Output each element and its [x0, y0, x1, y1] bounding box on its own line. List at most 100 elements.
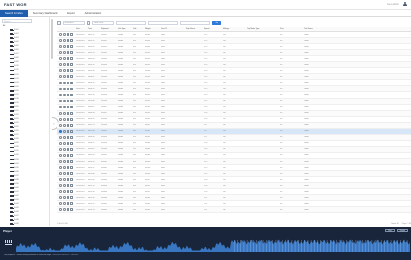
filter-field[interactable] [116, 21, 147, 25]
view-icon[interactable] [62, 172, 66, 175]
column-header[interactable]: Shipment [100, 27, 117, 31]
view-icon[interactable] [62, 154, 66, 157]
play-icon[interactable] [59, 87, 62, 91]
record-icon[interactable] [66, 184, 70, 188]
view-icon[interactable] [62, 39, 66, 42]
record-icon[interactable] [66, 196, 70, 200]
play-icon[interactable] [59, 148, 62, 151]
flag-icon[interactable] [70, 45, 74, 49]
column-header[interactable] [325, 27, 345, 31]
column-header[interactable]: Ship Status [185, 27, 203, 31]
date-from-field[interactable]: 2019-01-01 [62, 21, 85, 25]
play-icon[interactable] [59, 172, 62, 175]
view-icon[interactable] [62, 63, 66, 67]
flag-icon[interactable] [70, 202, 74, 206]
flag-icon[interactable] [70, 166, 74, 169]
play-controls-icon[interactable] [5, 240, 13, 246]
record-icon[interactable] [66, 148, 70, 151]
calendar-icon[interactable] [57, 21, 61, 25]
play-icon[interactable] [59, 184, 62, 188]
flag-icon[interactable] [70, 69, 74, 73]
play-icon[interactable] [59, 160, 62, 163]
flag-icon[interactable] [70, 81, 74, 85]
flag-icon[interactable] [70, 178, 74, 182]
rows-per-page[interactable]: Rows: 30 [391, 223, 399, 225]
flag-icon[interactable] [70, 160, 74, 163]
column-header[interactable]: Pres [279, 27, 303, 31]
column-header[interactable] [345, 27, 365, 31]
view-icon[interactable] [62, 135, 66, 139]
flag-icon[interactable] [70, 57, 74, 61]
column-header[interactable]: Cab [132, 27, 144, 31]
play-icon[interactable] [59, 202, 62, 206]
flag-icon[interactable] [70, 63, 74, 67]
view-icon[interactable] [62, 99, 66, 103]
play-icon[interactable] [59, 75, 62, 79]
play-icon[interactable] [59, 33, 62, 36]
record-icon[interactable] [66, 39, 70, 42]
view-icon[interactable] [62, 178, 66, 182]
play-icon[interactable] [59, 93, 62, 97]
tab-administration[interactable]: Administration [80, 10, 106, 17]
record-icon[interactable] [66, 135, 70, 139]
record-icon[interactable] [66, 105, 70, 109]
play-icon[interactable] [59, 129, 62, 133]
column-header[interactable]: Trip Mode Type [246, 27, 279, 31]
view-icon[interactable] [62, 105, 66, 109]
record-icon[interactable] [66, 172, 70, 175]
view-icon[interactable] [62, 190, 66, 194]
calendar-icon[interactable] [86, 21, 91, 25]
record-icon[interactable] [66, 75, 70, 79]
play-icon[interactable] [59, 141, 62, 145]
flag-icon[interactable] [70, 208, 74, 212]
play-icon[interactable] [59, 123, 62, 127]
search-button[interactable]: Go [212, 21, 222, 25]
column-header[interactable]: Time [87, 27, 100, 31]
flag-icon[interactable] [70, 196, 74, 200]
view-icon[interactable] [62, 51, 66, 55]
record-icon[interactable] [66, 178, 70, 182]
record-icon[interactable] [66, 208, 70, 212]
user-name[interactable]: Gexi.admin [387, 3, 399, 6]
record-icon[interactable] [66, 81, 70, 85]
view-icon[interactable] [62, 87, 66, 91]
play-icon[interactable] [59, 190, 62, 194]
play-icon[interactable] [59, 51, 62, 55]
column-header[interactable]: Unit Type [117, 27, 132, 31]
column-header[interactable]: Date [75, 27, 87, 31]
record-icon[interactable] [66, 69, 70, 73]
flag-icon[interactable] [70, 75, 74, 79]
view-icon[interactable] [62, 208, 66, 212]
view-icon[interactable] [62, 141, 66, 145]
play-icon[interactable] [59, 166, 62, 169]
view-icon[interactable] [62, 93, 66, 97]
view-icon[interactable] [62, 196, 66, 200]
record-icon[interactable] [66, 57, 70, 61]
play-icon[interactable] [59, 99, 62, 103]
view-icon[interactable] [62, 160, 66, 163]
flag-icon[interactable] [70, 190, 74, 194]
record-icon[interactable] [66, 160, 70, 163]
column-header[interactable]: Tire Status [303, 27, 325, 31]
activity-waveform[interactable] [16, 236, 410, 252]
column-header[interactable]: Mileage [222, 27, 246, 31]
record-icon[interactable] [66, 87, 70, 91]
record-icon[interactable] [66, 93, 70, 97]
view-icon[interactable] [62, 45, 66, 49]
record-icon[interactable] [66, 190, 70, 194]
play-icon[interactable] [59, 117, 62, 121]
sidebar-scrollbar[interactable] [51, 19, 53, 59]
table-row[interactable]: 2019-10-01 06:53:13 D19045 Vessel 010 85,463 0… [57, 207, 411, 214]
column-header[interactable]: Dest ID [160, 27, 185, 31]
record-icon[interactable] [66, 117, 70, 121]
date-to-field[interactable]: 2019-12-31 [92, 21, 115, 25]
stop-button[interactable]: Stop [385, 228, 395, 233]
record-icon[interactable] [66, 141, 70, 145]
view-icon[interactable] [62, 111, 66, 115]
filter-field[interactable] [148, 21, 179, 25]
record-icon[interactable] [66, 166, 70, 169]
record-icon[interactable] [66, 45, 70, 49]
play-icon[interactable] [59, 69, 62, 73]
view-icon[interactable] [62, 33, 66, 36]
filter-field[interactable] [180, 21, 211, 25]
